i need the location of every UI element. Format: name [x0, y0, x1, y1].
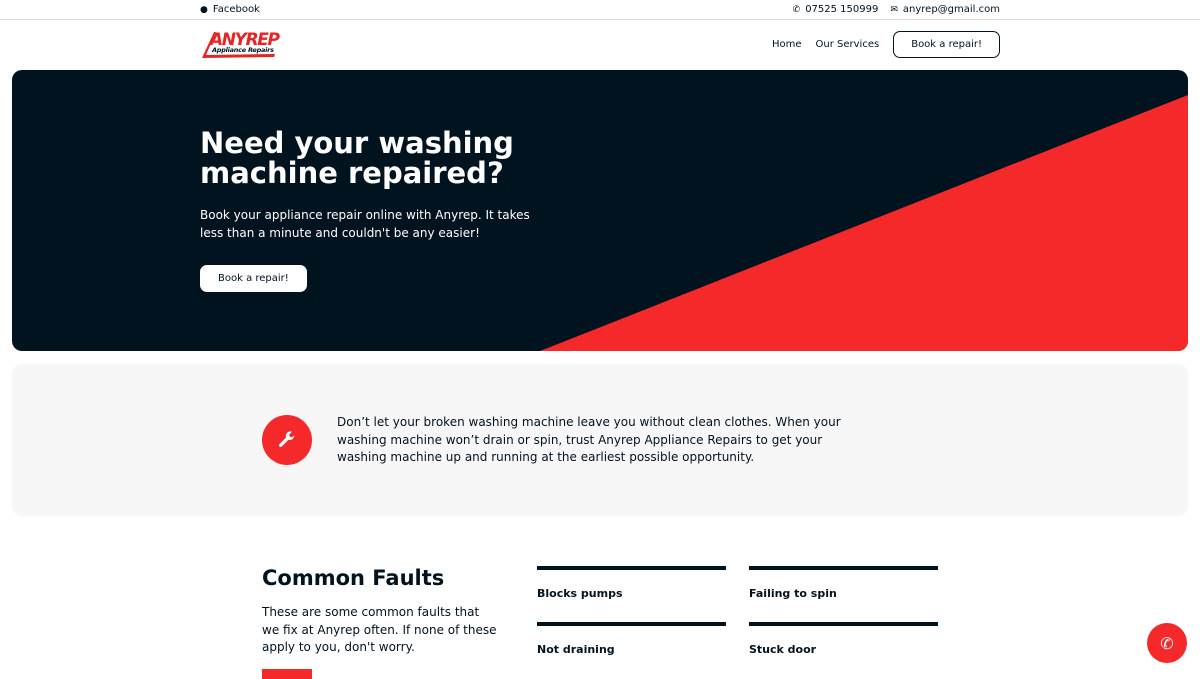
fault-item: Blocks pumps — [537, 566, 726, 600]
hero: Need your washing machine repaired? Book… — [12, 70, 1188, 351]
email-link[interactable]: ✉ anyrep@gmail.com — [890, 0, 1000, 20]
facebook-icon: ● — [200, 5, 208, 15]
hero-red-shape — [540, 95, 1188, 351]
hero-subtitle: Book your appliance repair online with A… — [200, 208, 530, 240]
logo[interactable]: ANYREP Appliance Repairs — [200, 28, 282, 60]
top-bar: ● Facebook ✆ 07525 150999 ✉ anyrep@gmail.co… — [0, 0, 1200, 20]
faults-button[interactable] — [262, 669, 312, 679]
phone-icon: ✆ — [1160, 633, 1174, 653]
phone-link[interactable]: ✆ 07525 150999 — [793, 0, 879, 20]
facebook-label: Facebook — [212, 4, 260, 15]
fault-item: Not draining — [537, 622, 726, 656]
nav-home[interactable]: Home — [772, 39, 802, 50]
wrench-icon — [262, 415, 312, 465]
fault-item: Failing to spin — [749, 566, 938, 600]
facebook-link[interactable]: ● Facebook — [200, 0, 260, 20]
faults-title: Common Faults — [262, 566, 445, 590]
phone-icon: ✆ — [792, 5, 801, 15]
mail-icon: ✉ — [890, 5, 898, 15]
hero-title: Need your washing machine repaired? — [200, 126, 514, 190]
main-nav: ANYREP Appliance Repairs Home Our Servic… — [0, 20, 1200, 70]
faults-description: These are some common faults that we fix… — [262, 605, 497, 654]
phone-number: 07525 150999 — [805, 4, 879, 15]
call-button[interactable]: ✆ — [1147, 623, 1187, 663]
nav-our-services[interactable]: Our Services — [816, 39, 880, 50]
intro-text: Don’t let your broken washing machine le… — [337, 415, 841, 464]
hero-book-button[interactable]: Book a repair! — [200, 265, 307, 292]
fault-item: Stuck door — [749, 622, 938, 656]
intro-section: Don’t let your broken washing machine le… — [12, 364, 1188, 516]
svg-text:Appliance Repairs: Appliance Repairs — [211, 46, 274, 54]
email-address: anyrep@gmail.com — [902, 4, 1000, 15]
book-repair-button[interactable]: Book a repair! — [893, 31, 1000, 58]
